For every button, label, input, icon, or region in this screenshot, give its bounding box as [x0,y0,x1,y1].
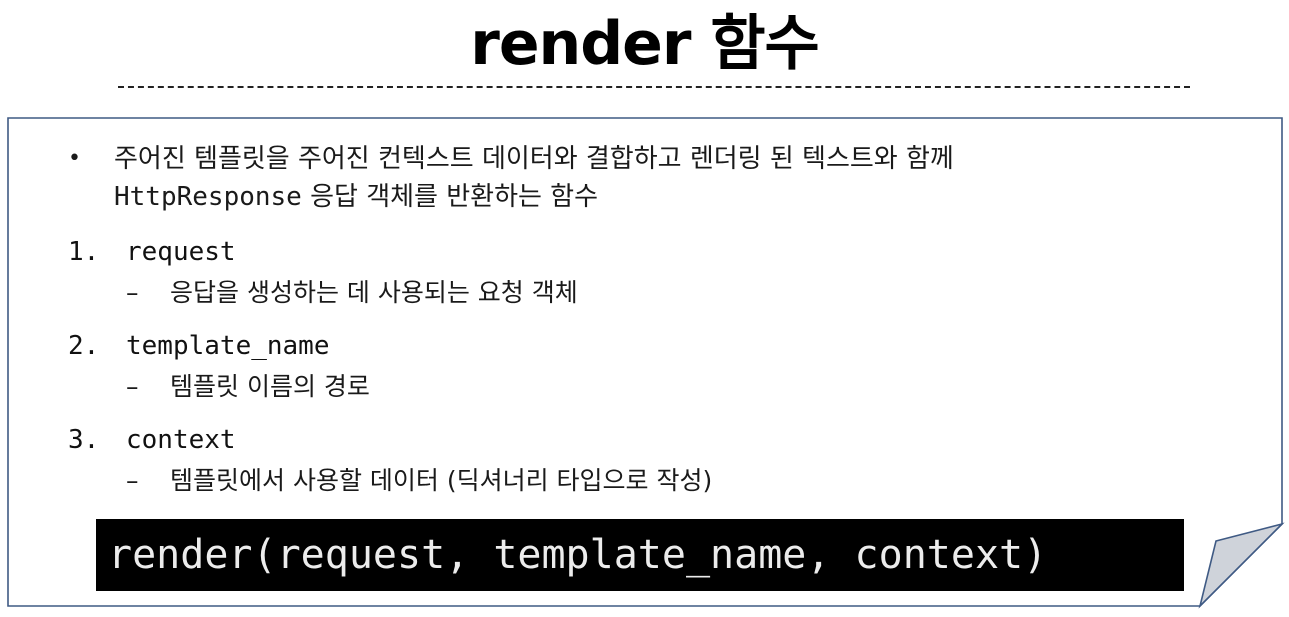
param-number: 1. [68,237,100,267]
content-area: • 주어진 템플릿을 주어진 컨텍스트 데이터와 결합하고 렌더링 된 텍스트와… [68,140,1248,498]
param-name: context [126,425,236,455]
param-name: request [126,237,236,267]
intro-line-2-rest: 응답 객체를 반환하는 함수 [301,182,599,212]
intro-code-term: HttpResponse [114,182,302,212]
param-description-text: 응답을 생성하는 데 사용되는 요청 객체 [170,278,578,307]
param-item-context: 3. context – 템플릿에서 사용할 데이터 (딕셔너리 타입으로 작성) [68,422,1248,498]
param-heading: 3. context [68,422,1248,458]
param-heading: 2. template_name [68,328,1248,364]
dash-icon: – [126,372,139,401]
param-description-text: 템플릿에서 사용할 데이터 (딕셔너리 타입으로 작성) [170,466,713,495]
intro-line-1: 주어진 템플릿을 주어진 컨텍스트 데이터와 결합하고 렌더링 된 텍스트와 함… [114,144,954,174]
param-item-request: 1. request – 응답을 생성하는 데 사용되는 요청 객체 [68,234,1248,310]
param-description: – 템플릿 이름의 경로 [126,370,1248,404]
param-description: – 응답을 생성하는 데 사용되는 요청 객체 [126,276,1248,310]
code-snippet: render(request, template_name, context) [96,519,1184,591]
param-description-text: 템플릿 이름의 경로 [170,372,370,401]
param-item-template-name: 2. template_name – 템플릿 이름의 경로 [68,328,1248,404]
intro-bullet: • 주어진 템플릿을 주어진 컨텍스트 데이터와 결합하고 렌더링 된 텍스트와… [68,140,1248,216]
bullet-dot-icon: • [68,146,81,171]
dash-icon: – [126,466,139,495]
param-name: template_name [126,331,330,361]
param-number: 3. [68,425,100,455]
intro-text: 주어진 템플릿을 주어진 컨텍스트 데이터와 결합하고 렌더링 된 텍스트와 함… [114,140,1248,216]
intro-line-2: HttpResponse 응답 객체를 반환하는 함수 [114,178,1248,216]
param-number: 2. [68,331,100,361]
dash-icon: – [126,278,139,307]
param-description: – 템플릿에서 사용할 데이터 (딕셔너리 타입으로 작성) [126,464,1248,498]
param-heading: 1. request [68,234,1248,270]
